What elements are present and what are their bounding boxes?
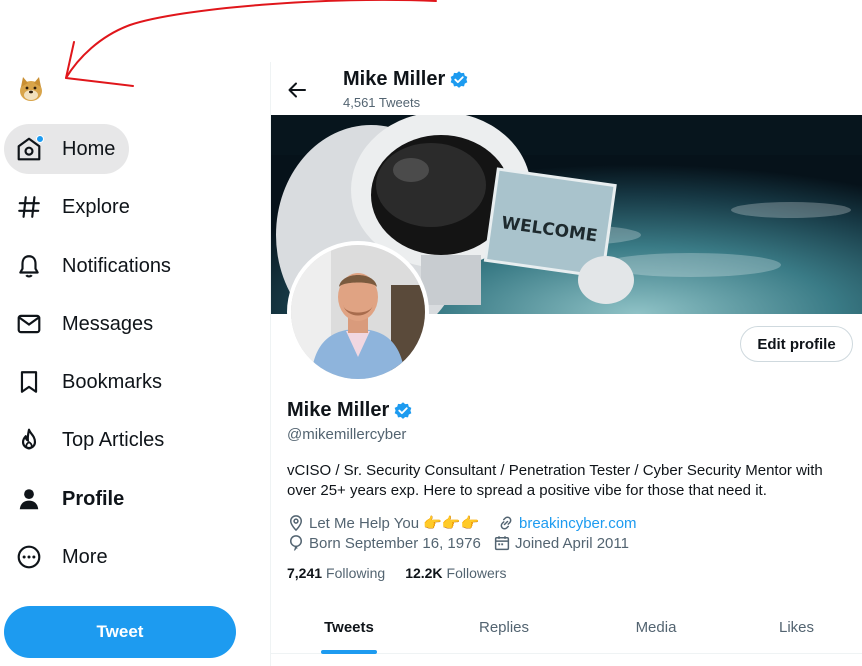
profile-location: Let Me Help You 👉👉👉	[287, 514, 479, 532]
location-text: Let Me Help You 👉👉👉	[309, 515, 480, 532]
joined-text: Joined April 2011	[515, 534, 629, 552]
tab-label: Replies	[478, 618, 530, 636]
notification-dot	[36, 135, 44, 143]
page-title: Mike Miller	[343, 68, 469, 91]
sidebar-item-notifications[interactable]: Notifications	[4, 241, 185, 291]
sidebar-item-bookmarks[interactable]: Bookmarks	[4, 357, 176, 407]
tab-replies[interactable]: Replies	[427, 600, 581, 654]
profile-website[interactable]: breakincyber.com	[497, 514, 637, 532]
verified-badge-icon	[450, 70, 468, 88]
logo-icon[interactable]	[17, 75, 45, 103]
balloon-icon	[289, 535, 303, 551]
tab-label: Tweets	[324, 618, 374, 636]
followers-link[interactable]: 12.2K Followers	[405, 565, 506, 581]
bell-icon	[16, 253, 42, 279]
profile-birthday: Born September 16, 1976	[287, 534, 481, 552]
tab-label: Media	[635, 618, 677, 636]
tab-likes[interactable]: Likes	[731, 600, 862, 654]
sidebar-item-home[interactable]: Home	[4, 124, 130, 174]
sidebar-item-label: Home	[62, 137, 116, 160]
follow-stats: 7,241 Following 12.2K Followers	[287, 565, 526, 581]
flame-icon	[16, 427, 42, 453]
sidebar-item-label: More	[62, 545, 108, 568]
sidebar-item-top-articles[interactable]: Top Articles	[4, 415, 178, 465]
birthday-text: Born September 16, 1976	[309, 534, 481, 552]
profile-bio: vCISO / Sr. Security Consultant / Penetr…	[287, 462, 823, 499]
profile-name: Mike Miller	[287, 399, 413, 422]
profile-tabs: Tweets Replies Media Likes	[271, 600, 862, 654]
more-circle-icon	[16, 544, 42, 570]
person-icon	[16, 486, 42, 512]
tab-tweets[interactable]: Tweets	[271, 600, 427, 654]
header-name: Mike Miller	[343, 68, 446, 90]
hashtag-icon	[16, 194, 42, 220]
sidebar-item-label: Notifications	[62, 254, 171, 277]
sidebar-item-explore[interactable]: Explore	[4, 182, 144, 232]
sidebar-item-profile[interactable]: Profile	[4, 474, 138, 524]
link-icon	[500, 516, 512, 530]
following-count: 7,241	[287, 565, 323, 581]
website-link[interactable]: breakincyber.com	[519, 515, 637, 532]
envelope-icon	[16, 311, 42, 337]
sidebar-item-label: Profile	[62, 487, 125, 510]
tab-media[interactable]: Media	[581, 600, 731, 654]
active-tab-indicator	[321, 650, 377, 654]
tweet-count: 4,561 Tweets	[343, 95, 421, 110]
sidebar-item-label: Messages	[62, 312, 154, 335]
calendar-icon	[494, 536, 510, 551]
following-label: Following	[326, 565, 386, 581]
profile-joined: Joined April 2011	[493, 534, 629, 552]
home-icon	[16, 135, 44, 162]
sidebar-item-more[interactable]: More	[4, 532, 122, 582]
sidebar-item-messages[interactable]: Messages	[4, 299, 167, 349]
tweet-button[interactable]: Tweet	[4, 606, 236, 658]
edit-profile-button[interactable]: Edit profile	[740, 326, 853, 362]
avatar[interactable]	[287, 241, 429, 383]
verified-badge-icon	[394, 401, 412, 419]
following-link[interactable]: 7,241 Following	[287, 565, 385, 581]
sidebar-item-label: Top Articles	[62, 428, 165, 451]
profile-handle: @mikemillercyber	[287, 426, 407, 443]
back-arrow-icon[interactable]	[285, 78, 309, 102]
bookmark-icon	[16, 369, 42, 395]
sidebar-item-label: Bookmarks	[62, 370, 163, 393]
sidebar-item-label: Explore	[62, 195, 130, 218]
tab-label: Likes	[778, 618, 815, 636]
profile-display-name: Mike Miller	[287, 399, 390, 421]
followers-count: 12.2K	[405, 565, 443, 581]
followers-label: Followers	[446, 565, 507, 581]
location-pin-icon	[289, 515, 303, 532]
